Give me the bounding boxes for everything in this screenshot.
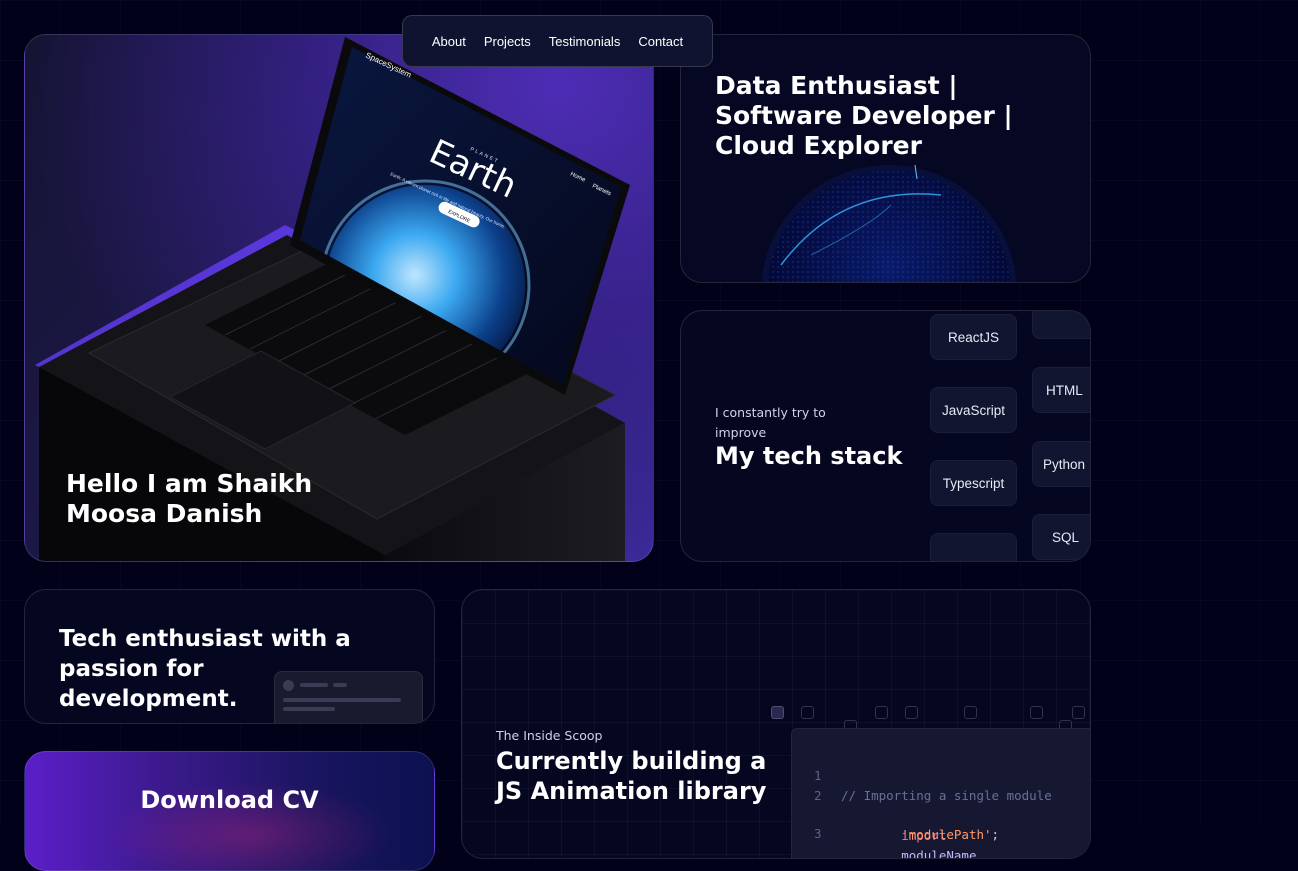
tech-stack-card: I constantly try to improve My tech stac… xyxy=(680,310,1091,562)
grid-square xyxy=(1030,706,1043,719)
code-snippet: 1 // Importing a single module 2 import … xyxy=(791,728,1090,858)
grid-square xyxy=(905,706,918,719)
hero-card: SpaceSystem Home Planets PLANET Earth Ea… xyxy=(24,34,654,562)
tech-pill-html: HTML xyxy=(1032,367,1090,413)
grid-square xyxy=(771,706,784,719)
globe-icon xyxy=(761,164,1017,282)
tech-pill-javascript: JavaScript xyxy=(930,387,1017,433)
js-library-card: The Inside Scoop Currently building a JS… xyxy=(461,589,1091,859)
enthusiast-title: Tech enthusiast with a passion for devel… xyxy=(59,626,351,712)
tech-pill-reactjs: ReactJS xyxy=(930,314,1017,360)
nav-about[interactable]: About xyxy=(432,34,466,49)
hero-title: Hello I am Shaikh Moosa Danish xyxy=(66,469,313,528)
tech-enthusiast-card: Tech enthusiast with a passion for devel… xyxy=(24,589,435,724)
top-nav: About Projects Testimonials Contact xyxy=(402,15,713,67)
download-cv-button[interactable]: Download CV xyxy=(24,751,435,871)
tech-pill-empty-right xyxy=(1032,311,1090,339)
grid-square xyxy=(964,706,977,719)
tech-pill-python: Python xyxy=(1032,441,1090,487)
data-enthusiast-card: Data Enthusiast | Software Developer | C… xyxy=(680,34,1091,283)
tech-pill-sql: SQL xyxy=(1032,514,1090,560)
grid-square xyxy=(875,706,888,719)
tech-subtitle: I constantly try to improve xyxy=(715,405,826,440)
grid-square xyxy=(1072,706,1085,719)
line-number: 3 xyxy=(814,826,822,841)
nav-projects[interactable]: Projects xyxy=(484,34,531,49)
js-subtitle: The Inside Scoop xyxy=(496,728,603,743)
code-string: 'modulePath' xyxy=(901,827,992,842)
data-card-title: Data Enthusiast | Software Developer | C… xyxy=(715,71,1013,160)
code-semicolon: ; xyxy=(991,827,1000,842)
grid-square xyxy=(801,706,814,719)
tech-pill-typescript: Typescript xyxy=(930,460,1017,506)
download-cv-label: Download CV xyxy=(140,786,319,814)
nav-testimonials[interactable]: Testimonials xyxy=(549,34,621,49)
tech-title: My tech stack xyxy=(715,442,903,470)
tech-pill-empty-left xyxy=(930,533,1017,561)
js-title: Currently building a JS Animation librar… xyxy=(496,747,767,805)
nav-contact[interactable]: Contact xyxy=(638,34,683,49)
